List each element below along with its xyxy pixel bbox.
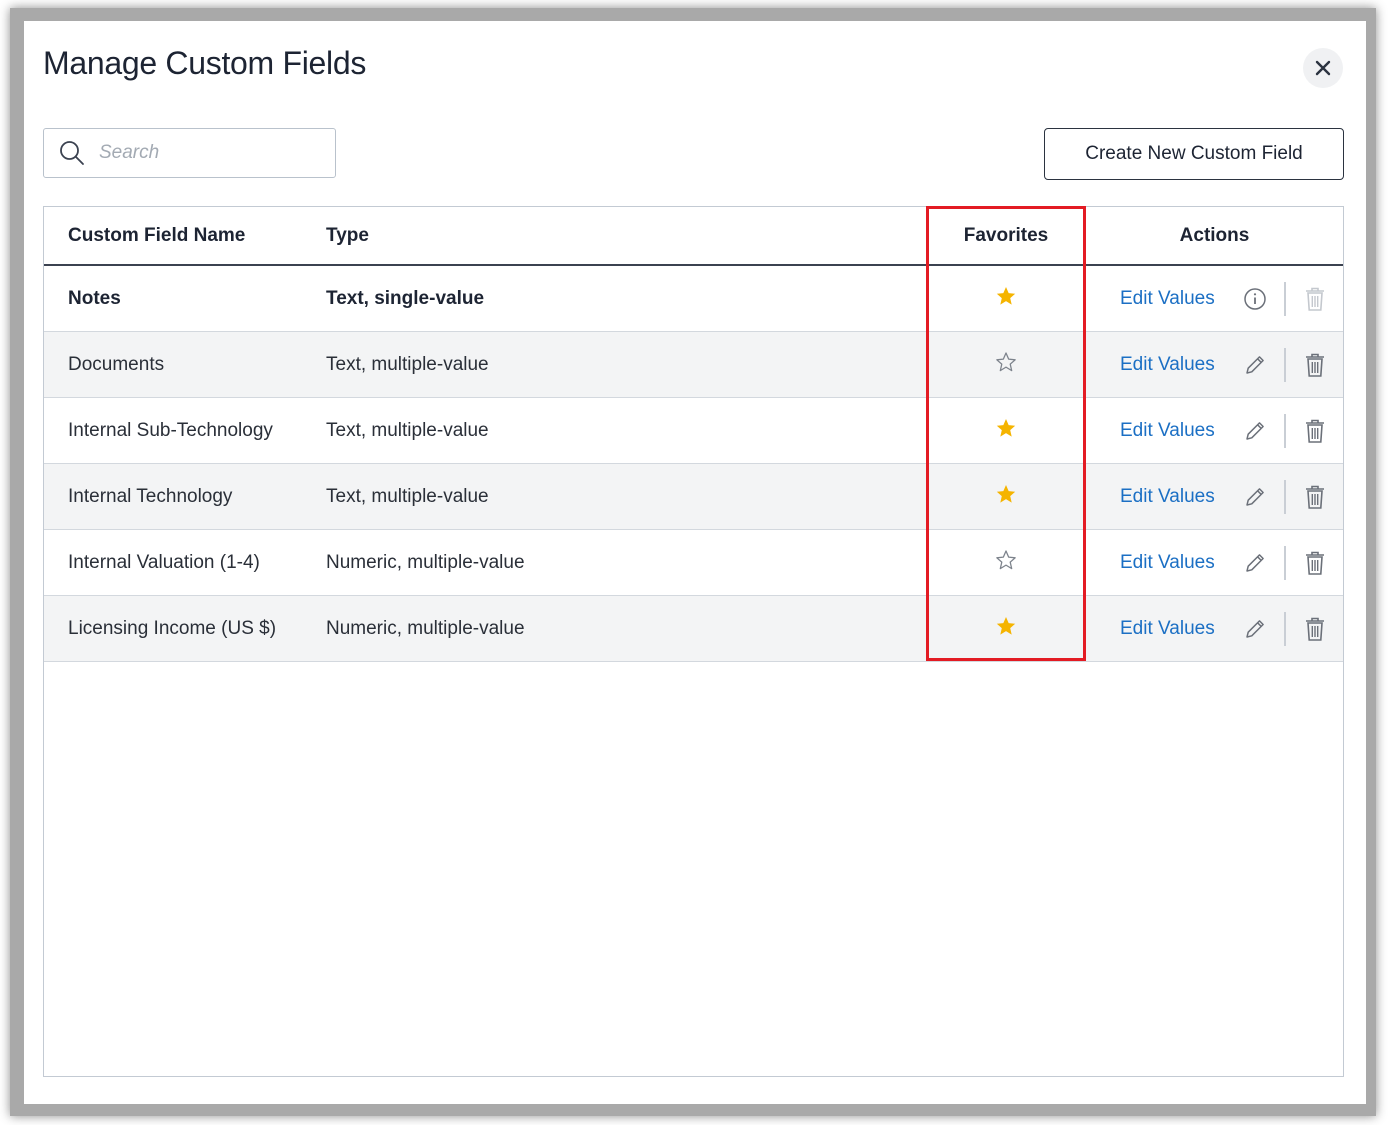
close-icon <box>1315 60 1331 76</box>
edit-values-link[interactable]: Edit Values <box>1120 354 1242 376</box>
search-input[interactable] <box>97 141 301 165</box>
pencil-icon[interactable] <box>1242 550 1268 576</box>
table-row: Documents Text, multiple-value Edit Values <box>44 331 1343 398</box>
action-divider <box>1284 545 1286 580</box>
favorite-cell <box>926 331 1086 398</box>
action-divider <box>1284 281 1286 316</box>
table-row: Notes Text, single-value Edit Values <box>44 265 1343 332</box>
star-filled-icon[interactable] <box>995 285 1017 313</box>
star-outline-icon[interactable] <box>995 549 1017 577</box>
field-name-cell: Documents <box>44 331 326 398</box>
header-favorites[interactable]: Favorites <box>926 207 1086 266</box>
manage-custom-fields-dialog: Manage Custom Fields Create New Custom F… <box>24 21 1366 1104</box>
actions-cell: Edit Values <box>1086 595 1343 662</box>
actions-cell: Edit Values <box>1086 397 1343 464</box>
pencil-icon[interactable] <box>1242 352 1268 378</box>
edit-values-link[interactable]: Edit Values <box>1120 288 1242 310</box>
trash-icon[interactable] <box>1302 484 1328 510</box>
actions-cell: Edit Values <box>1086 331 1343 398</box>
pencil-icon[interactable] <box>1242 484 1268 510</box>
pencil-icon[interactable] <box>1242 616 1268 642</box>
table-row: Internal Valuation (1-4) Numeric, multipl… <box>44 529 1343 596</box>
table-header-row: Custom Field Name Type Favorites Actions <box>44 207 1343 266</box>
actions-cell: Edit Values <box>1086 529 1343 596</box>
star-filled-icon[interactable] <box>995 417 1017 445</box>
dialog-title: Manage Custom Fields <box>43 45 367 81</box>
header-type[interactable]: Type <box>326 207 926 266</box>
action-divider <box>1284 479 1286 514</box>
table-row: Internal Sub-Technology Text, multiple-va… <box>44 397 1343 464</box>
field-type-cell: Numeric, multiple-value <box>326 529 926 596</box>
field-type-cell: Text, multiple-value <box>326 397 926 464</box>
edit-values-link[interactable]: Edit Values <box>1120 420 1242 442</box>
actions-cell: Edit Values <box>1086 265 1343 332</box>
search-box[interactable] <box>43 128 336 178</box>
favorite-cell <box>926 265 1086 332</box>
star-filled-icon[interactable] <box>995 483 1017 511</box>
favorite-cell <box>926 529 1086 596</box>
table-row: Internal Technology Text, multiple-value E… <box>44 463 1343 530</box>
field-name-cell: Internal Technology <box>44 463 326 530</box>
trash-icon[interactable] <box>1302 418 1328 444</box>
search-icon <box>60 141 84 165</box>
header-actions: Actions <box>1086 207 1343 266</box>
info-icon[interactable] <box>1242 286 1268 312</box>
table-row: Licensing Income (US $) Numeric, multiple… <box>44 595 1343 662</box>
header-custom-field-name[interactable]: Custom Field Name <box>44 207 326 266</box>
field-name-cell: Licensing Income (US $) <box>44 595 326 662</box>
close-button[interactable] <box>1303 48 1343 88</box>
favorite-cell <box>926 397 1086 464</box>
field-name-cell: Notes <box>44 265 326 332</box>
star-outline-icon[interactable] <box>995 351 1017 379</box>
edit-values-link[interactable]: Edit Values <box>1120 486 1242 508</box>
custom-fields-table: Custom Field Name Type Favorites Actions… <box>43 206 1344 1077</box>
star-filled-icon[interactable] <box>995 615 1017 643</box>
field-type-cell: Text, multiple-value <box>326 331 926 398</box>
trash-icon[interactable] <box>1302 352 1328 378</box>
edit-values-link[interactable]: Edit Values <box>1120 618 1242 640</box>
field-type-cell: Text, single-value <box>326 265 926 332</box>
trash-icon[interactable] <box>1302 616 1328 642</box>
pencil-icon[interactable] <box>1242 418 1268 444</box>
action-divider <box>1284 611 1286 646</box>
trash-icon[interactable] <box>1302 550 1328 576</box>
field-type-cell: Numeric, multiple-value <box>326 595 926 662</box>
trash-icon <box>1302 286 1328 312</box>
field-type-cell: Text, multiple-value <box>326 463 926 530</box>
create-custom-field-button[interactable]: Create New Custom Field <box>1044 128 1344 180</box>
actions-cell: Edit Values <box>1086 463 1343 530</box>
action-divider <box>1284 413 1286 448</box>
favorite-cell <box>926 595 1086 662</box>
action-divider <box>1284 347 1286 382</box>
field-name-cell: Internal Valuation (1-4) <box>44 529 326 596</box>
edit-values-link[interactable]: Edit Values <box>1120 552 1242 574</box>
favorite-cell <box>926 463 1086 530</box>
field-name-cell: Internal Sub-Technology <box>44 397 326 464</box>
